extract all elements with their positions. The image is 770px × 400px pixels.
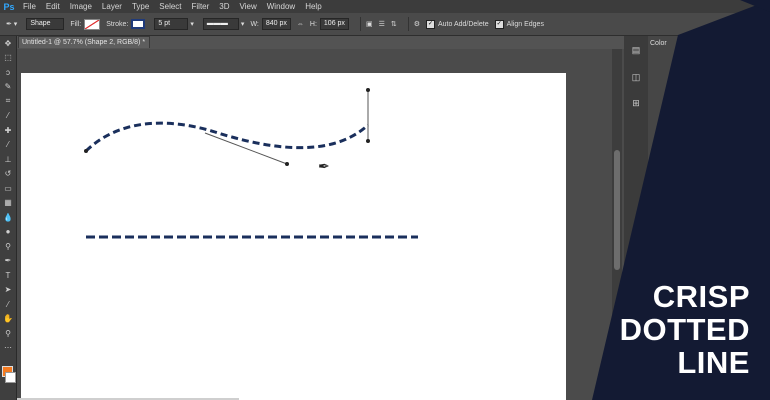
overlay-title-line: CRISP bbox=[652, 279, 750, 314]
overlay-title-line: LINE bbox=[677, 345, 750, 380]
overlay-title-line: DOTTED bbox=[619, 312, 750, 347]
panel-dock-icon[interactable]: ◫ bbox=[630, 72, 642, 84]
panel-dock-icon[interactable]: ▤ bbox=[630, 45, 642, 57]
anchor-point bbox=[285, 162, 289, 166]
anchor-point bbox=[366, 139, 370, 143]
direction-line bbox=[204, 132, 288, 165]
curved-dashed-path bbox=[84, 121, 370, 153]
anchor-point bbox=[366, 88, 370, 92]
color-panel-tab[interactable]: Color bbox=[650, 40, 667, 47]
anchor-point bbox=[84, 149, 88, 153]
overlay-title: CRISP DOTTED LINE bbox=[590, 280, 750, 379]
pen-cursor-icon: ✒ bbox=[318, 158, 330, 174]
panel-dock-icon[interactable]: ⊞ bbox=[630, 98, 642, 110]
